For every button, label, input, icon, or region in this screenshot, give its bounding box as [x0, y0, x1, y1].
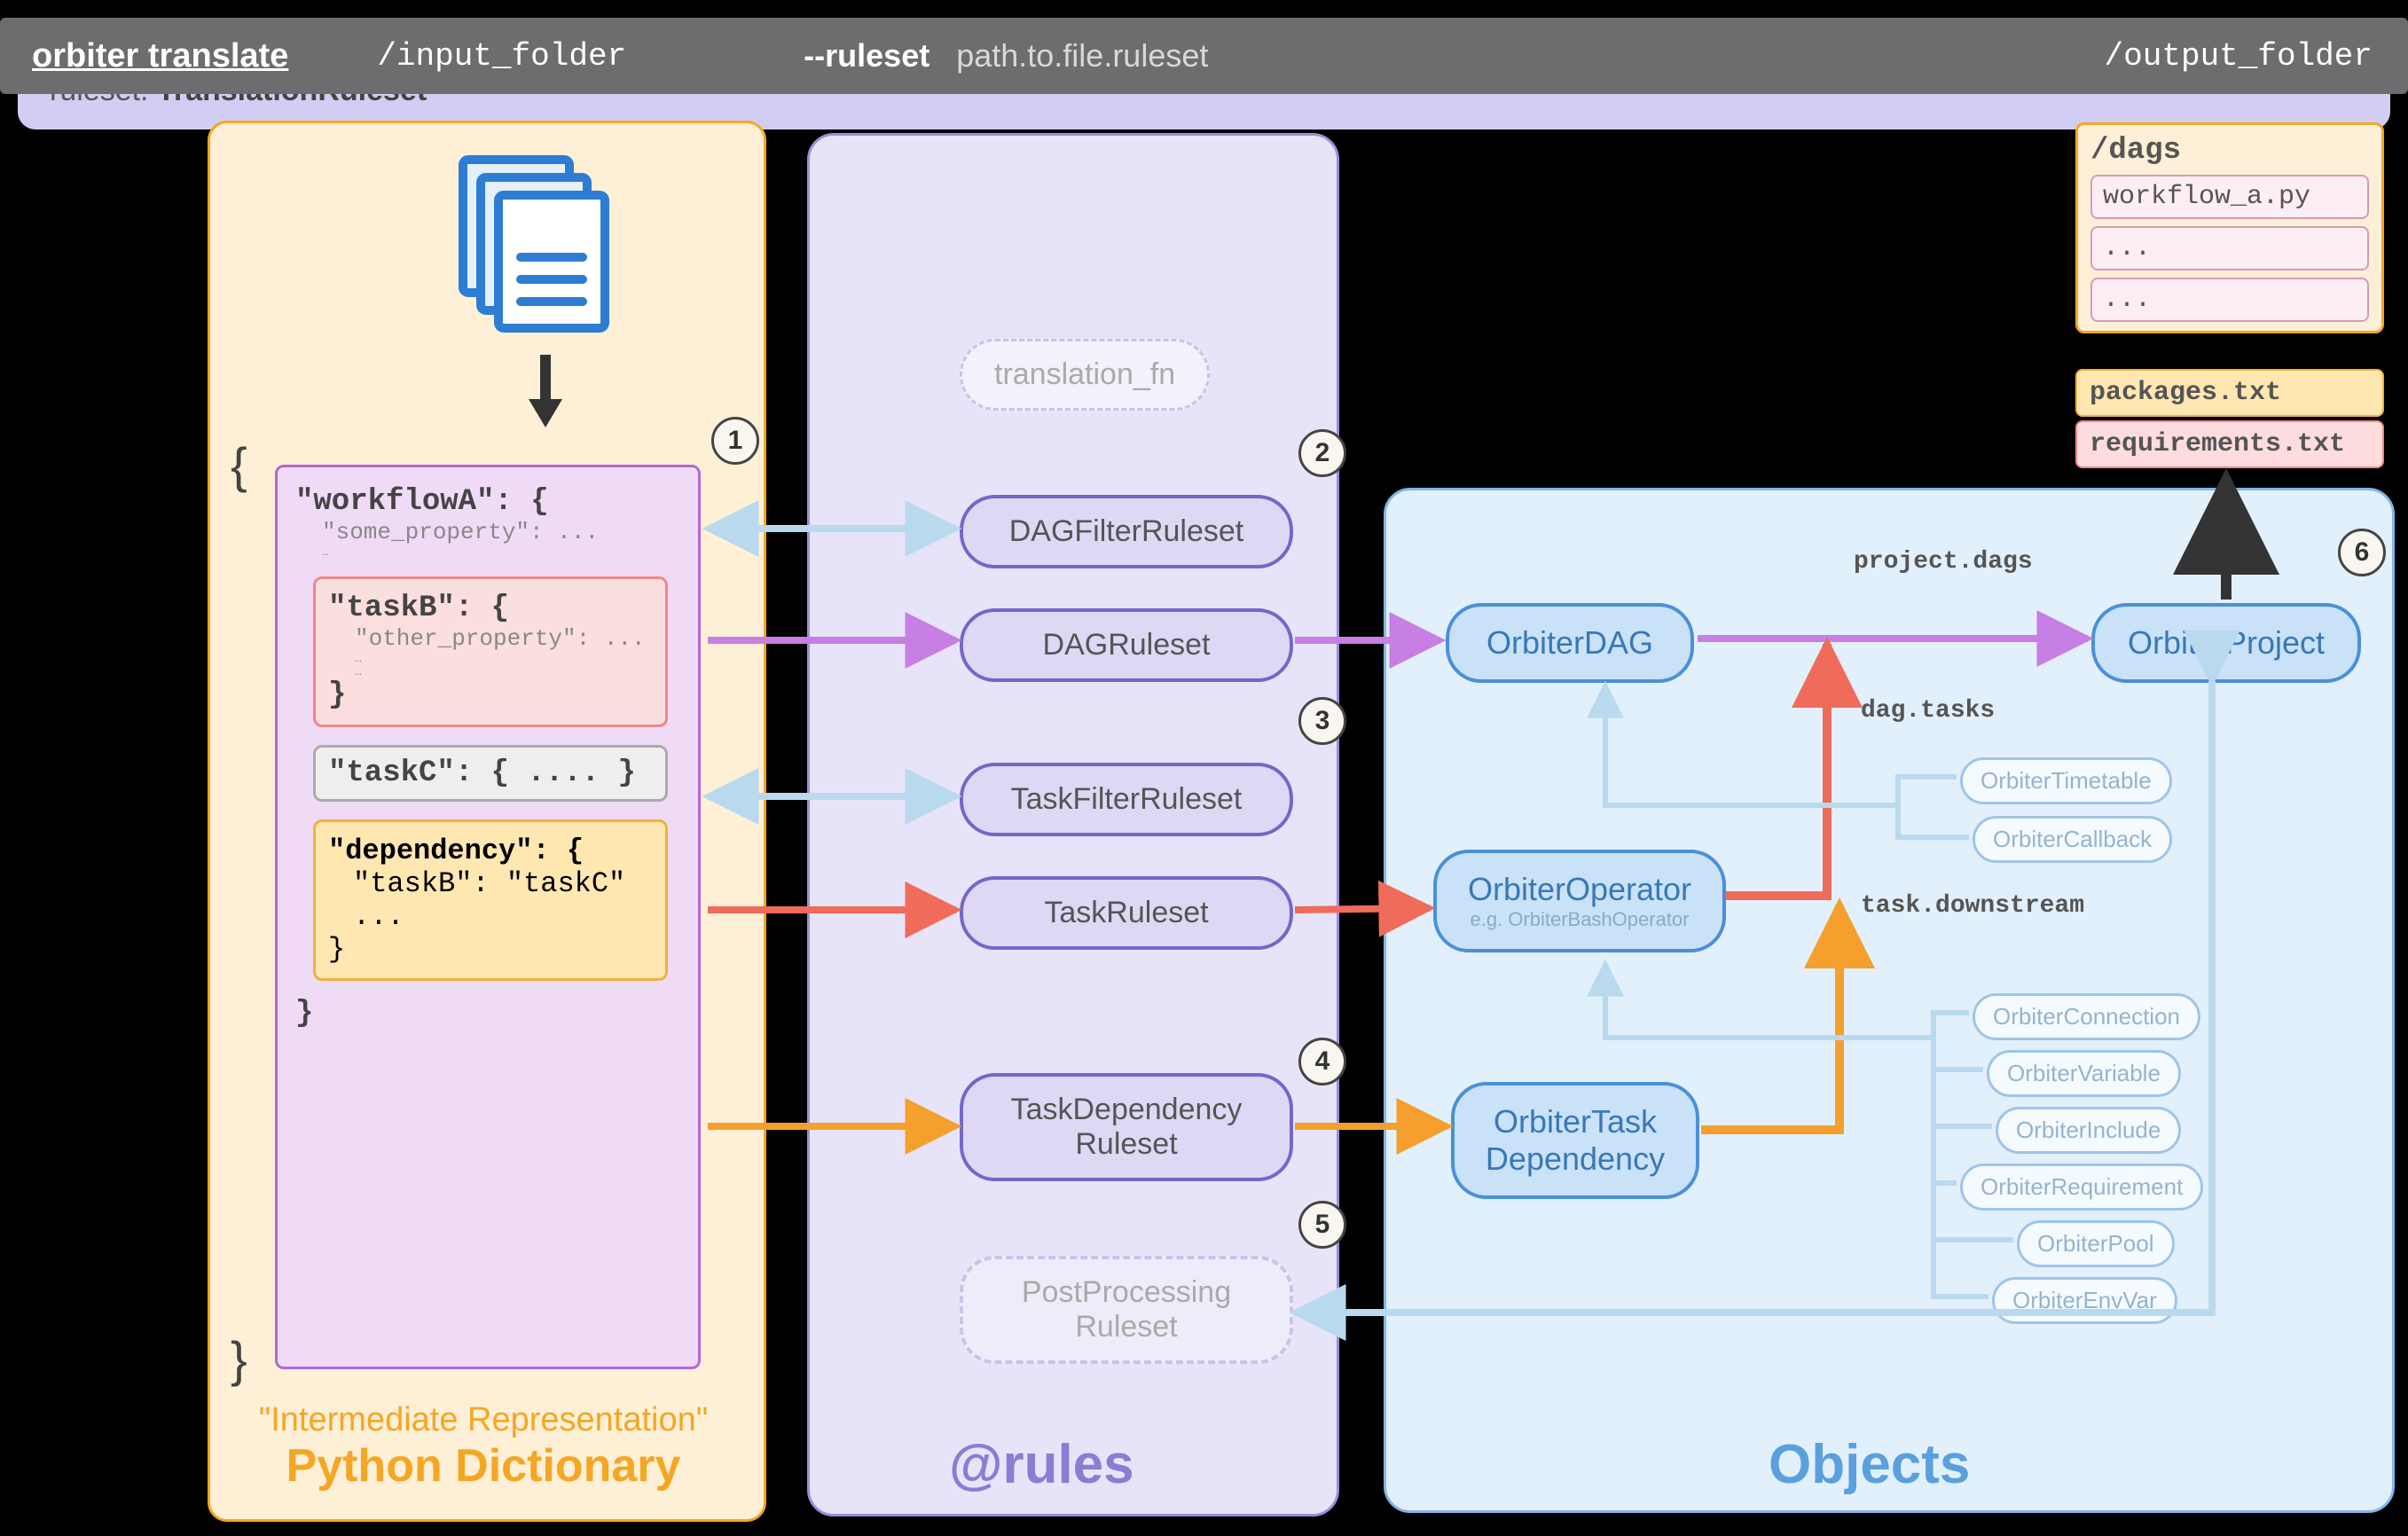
flow-arrows [0, 18, 2408, 1536]
